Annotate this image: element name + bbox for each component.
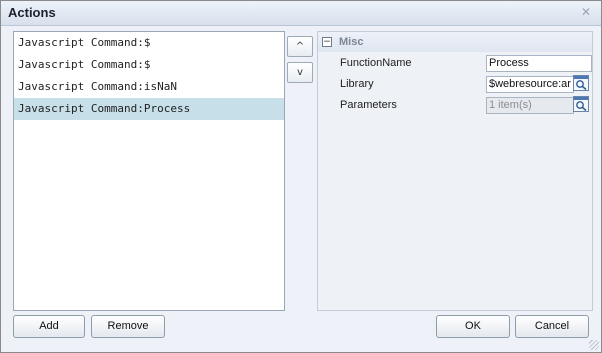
- title-bar: Actions ✕: [1, 1, 601, 26]
- property-row-library: Library $webresource:ar: [318, 74, 592, 95]
- property-row-functionname: FunctionName Process: [318, 53, 592, 74]
- dialog-title: Actions: [8, 5, 56, 20]
- property-row-parameters: Parameters 1 item(s): [318, 95, 592, 116]
- move-up-button[interactable]: ^: [287, 36, 313, 57]
- list-item[interactable]: Javascript Command:$: [14, 54, 284, 76]
- property-name: FunctionName: [340, 57, 412, 69]
- list-item[interactable]: Javascript Command:$: [14, 32, 284, 54]
- remove-button[interactable]: Remove: [91, 315, 165, 338]
- parameters-field: 1 item(s): [486, 97, 574, 114]
- property-grid: − Misc FunctionName Process Library $web…: [317, 31, 593, 311]
- close-icon[interactable]: ✕: [580, 6, 592, 18]
- resize-grip-icon[interactable]: [589, 340, 599, 350]
- actions-list[interactable]: Javascript Command:$ Javascript Command:…: [13, 31, 285, 311]
- actions-dialog: Actions ✕ Javascript Command:$ Javascrip…: [0, 0, 602, 353]
- category-row-misc: − Misc: [318, 32, 592, 52]
- library-field[interactable]: $webresource:ar: [486, 76, 574, 93]
- functionname-field[interactable]: Process: [486, 55, 592, 72]
- add-button[interactable]: Add: [13, 315, 85, 338]
- cancel-button[interactable]: Cancel: [515, 315, 589, 338]
- list-item[interactable]: Javascript Command:isNaN: [14, 76, 284, 98]
- category-label: Misc: [339, 36, 364, 48]
- property-name: Parameters: [340, 99, 397, 111]
- ok-button[interactable]: OK: [436, 315, 510, 338]
- list-item-selected[interactable]: Javascript Command:Process: [14, 98, 284, 120]
- collapse-icon[interactable]: −: [322, 37, 332, 47]
- lookup-icon[interactable]: [573, 75, 589, 91]
- lookup-icon[interactable]: [573, 96, 589, 112]
- move-down-button[interactable]: v: [287, 62, 313, 83]
- property-name: Library: [340, 78, 374, 90]
